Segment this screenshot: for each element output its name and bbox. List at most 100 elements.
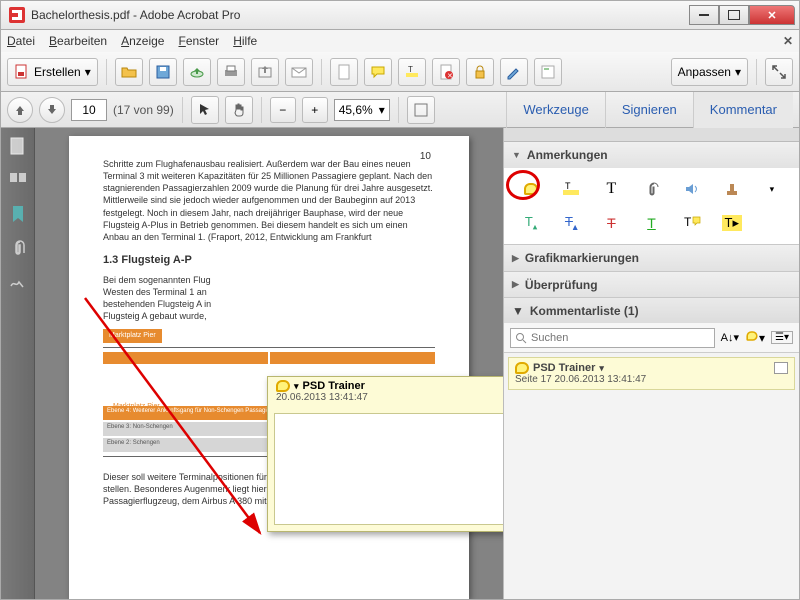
hand-tool-button[interactable]	[225, 96, 253, 124]
audio-tool[interactable]	[675, 176, 709, 202]
menu-datei[interactable]: Datei	[7, 34, 35, 48]
pen-icon	[506, 64, 522, 80]
attachments-icon[interactable]	[8, 238, 28, 258]
bookmarks-icon[interactable]	[8, 204, 28, 224]
select-tool-button[interactable]	[191, 96, 219, 124]
document-viewport[interactable]: 10 Schritte zum Flughafenausbau realisie…	[35, 128, 503, 599]
replace-text-icon: T▴	[565, 214, 577, 233]
form-icon	[540, 64, 556, 80]
menu-bearbeiten[interactable]: Bearbeiten	[49, 34, 107, 48]
zoom-select[interactable]: 45,6%▾	[334, 99, 390, 121]
menu-fenster[interactable]: Fenster	[178, 34, 219, 48]
text-tool[interactable]: T	[594, 176, 628, 202]
window-maximize-button[interactable]	[719, 5, 749, 25]
svg-text:✕: ✕	[447, 73, 453, 80]
signieren-tab[interactable]: Signieren	[605, 92, 693, 128]
text-highlight-tool[interactable]: T▸	[715, 210, 749, 236]
highlight-tool[interactable]: T	[554, 176, 588, 202]
section-label: Grafikmarkierungen	[525, 251, 639, 265]
share-icon	[257, 64, 273, 80]
arrow-down-icon	[46, 104, 58, 116]
create-pdf-icon	[14, 64, 30, 80]
attach-tool[interactable]	[634, 176, 668, 202]
window-minimize-button[interactable]	[689, 5, 719, 25]
dropdown-icon: ▾	[735, 65, 741, 79]
comment-bubble-button[interactable]	[364, 58, 392, 86]
comment-checkbox[interactable]	[774, 362, 788, 374]
paperclip-icon	[643, 181, 659, 197]
email-button[interactable]	[285, 58, 313, 86]
stamp-dropdown[interactable]: ▾	[755, 176, 789, 202]
speech-bubble-icon	[370, 64, 386, 80]
text-icon: T	[606, 180, 616, 198]
grafik-header[interactable]: ▶Grafikmarkierungen	[504, 245, 799, 271]
werkzeuge-tab[interactable]: Werkzeuge	[506, 92, 605, 128]
sticky-note-popup[interactable]: ▾ PSD Trainer 20.06.2013 13:41:47	[267, 376, 503, 532]
sticky-note-tool[interactable]	[514, 176, 548, 202]
page-icon	[336, 64, 352, 80]
kommentarliste-header[interactable]: ▼Kommentarliste (1)	[504, 297, 799, 323]
dropdown-icon: ▾	[379, 103, 385, 117]
page-number-input[interactable]	[71, 99, 107, 121]
dropdown-icon[interactable]: ▾	[599, 363, 604, 374]
arrow-up-icon	[14, 104, 26, 116]
section-heading: 1.3 Flugsteig A-P	[103, 253, 435, 268]
zoom-out-button[interactable]: −	[270, 97, 296, 123]
ueberpruefung-header[interactable]: ▶Überprüfung	[504, 271, 799, 297]
filter-button[interactable]: ▾	[745, 330, 765, 345]
dropdown-icon: ▾	[85, 65, 91, 79]
chevron-down-icon: ▼	[512, 150, 521, 160]
zoom-in-button[interactable]: +	[302, 97, 328, 123]
anpassen-button[interactable]: Anpassen ▾	[671, 58, 748, 86]
highlight-button[interactable]: T	[398, 58, 426, 86]
comment-author: PSD Trainer	[533, 362, 595, 374]
form-button[interactable]	[534, 58, 562, 86]
cursor-icon	[197, 102, 213, 118]
signatures-icon[interactable]	[8, 272, 28, 292]
options-button[interactable]: ☰▾	[771, 331, 793, 344]
panel-grip[interactable]	[504, 128, 799, 142]
figure-1: Marktplatz Pier	[103, 328, 435, 363]
text-comment-tool[interactable]: T	[675, 210, 709, 236]
share-button[interactable]	[251, 58, 279, 86]
page-down-button[interactable]	[39, 97, 65, 123]
comment-list-item[interactable]: PSD Trainer▾ Seite 17 20.06.2013 13:41:4…	[508, 357, 795, 390]
fullscreen-button[interactable]	[765, 58, 793, 86]
pages-icon[interactable]	[8, 170, 28, 190]
anmerkungen-header[interactable]: ▼Anmerkungen	[504, 142, 799, 168]
page-button[interactable]	[330, 58, 358, 86]
menu-close-icon[interactable]: ✕	[783, 34, 793, 48]
window-close-button[interactable]	[749, 5, 795, 25]
thumbnails-icon[interactable]	[8, 136, 28, 156]
comment-search-input[interactable]	[510, 328, 715, 348]
note-author: PSD Trainer	[303, 380, 365, 392]
menu-anzeige[interactable]: Anzeige	[121, 34, 164, 48]
kommentar-tab[interactable]: Kommentar	[693, 92, 793, 128]
dropdown-icon[interactable]: ▾	[294, 381, 299, 392]
note-textarea[interactable]	[274, 413, 503, 525]
fit-width-button[interactable]	[407, 96, 435, 124]
print-button[interactable]	[217, 58, 245, 86]
menu-hilfe[interactable]: Hilfe	[233, 34, 257, 48]
sort-button[interactable]: A↓▾	[721, 331, 739, 344]
delete-button[interactable]: ✕	[432, 58, 460, 86]
page-up-button[interactable]	[7, 97, 33, 123]
folder-open-icon	[121, 64, 137, 80]
annotation-tools: T T ▾ T▴ T▴ T T T T▸	[504, 168, 799, 244]
insert-text-tool[interactable]: T▴	[514, 210, 548, 236]
save-button[interactable]	[149, 58, 177, 86]
erstellen-button[interactable]: Erstellen ▾	[7, 58, 98, 86]
window-titlebar: Bachelorthesis.pdf - Adobe Acrobat Pro	[0, 0, 800, 30]
strikethrough-tool[interactable]: T	[594, 210, 628, 236]
speaker-icon	[684, 181, 700, 197]
stamp-tool[interactable]	[715, 176, 749, 202]
strikethrough-insert-tool[interactable]: T▴	[554, 210, 588, 236]
lock-button[interactable]	[466, 58, 494, 86]
sign-button[interactable]	[500, 58, 528, 86]
note-icon	[515, 362, 529, 374]
section-label: Überprüfung	[525, 278, 598, 292]
underline-tool[interactable]: T	[634, 210, 668, 236]
body-paragraph: Schritte zum Flughafenausbau realisiert.…	[103, 158, 435, 243]
open-button[interactable]	[115, 58, 143, 86]
cloud-button[interactable]	[183, 58, 211, 86]
